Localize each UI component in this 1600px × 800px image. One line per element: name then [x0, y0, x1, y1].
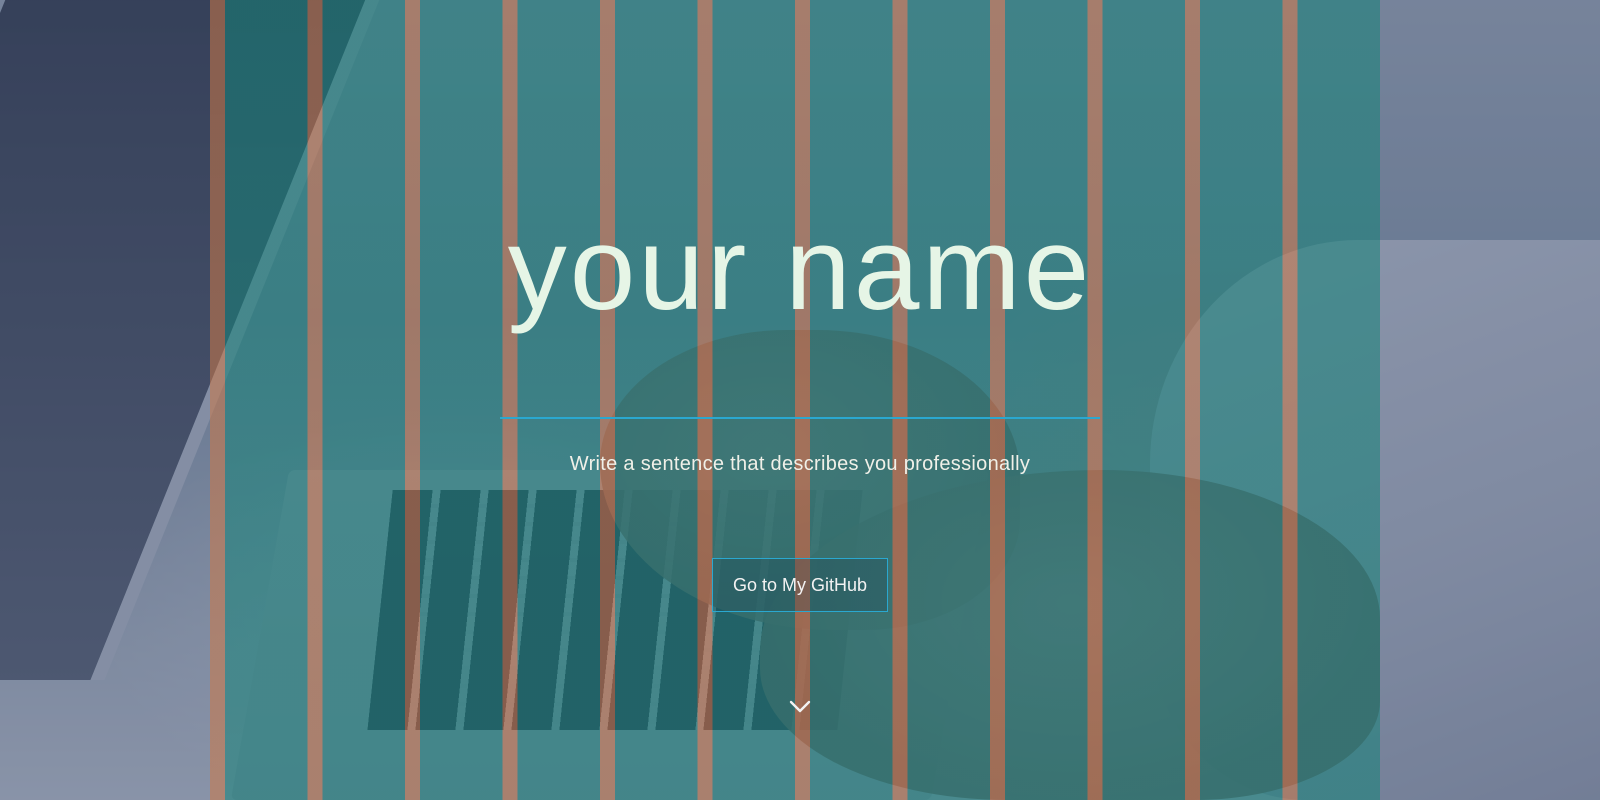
title-underline — [500, 417, 1100, 420]
github-button[interactable]: Go to My GitHub — [712, 558, 888, 613]
hero-name: your name — [507, 203, 1093, 335]
hero-content: your name Write a sentence that describe… — [0, 0, 1600, 800]
hero-tagline: Write a sentence that describes you prof… — [569, 453, 1031, 476]
chevron-down-icon[interactable] — [788, 697, 812, 717]
hero-section: your name Write a sentence that describe… — [0, 0, 1600, 800]
